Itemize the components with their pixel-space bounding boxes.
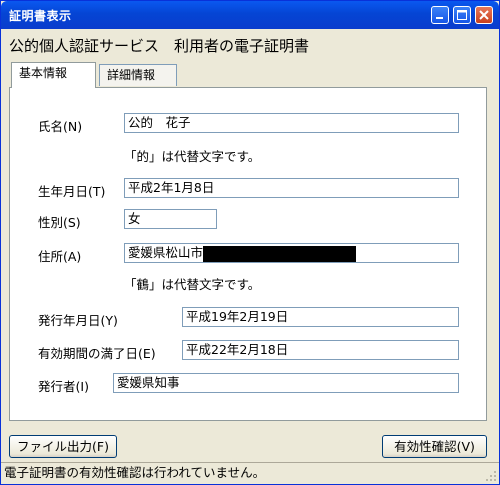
address-note: 「鶴」は代替文字です。 bbox=[124, 277, 261, 292]
title-bar[interactable]: 証明書表示 bbox=[1, 1, 499, 29]
status-text: 電子証明書の有効性確認は行われていません。 bbox=[4, 465, 266, 480]
page-title: 公的個人認証サービス 利用者の電子証明書 bbox=[9, 37, 310, 55]
issuer-label: 発行者(I) bbox=[38, 379, 89, 394]
birth-label: 生年月日(T) bbox=[38, 184, 106, 199]
resize-grip-icon[interactable] bbox=[485, 470, 497, 482]
gender-label: 性別(S) bbox=[38, 215, 81, 230]
redaction-block bbox=[203, 245, 357, 262]
expiry-field[interactable]: 平成22年2月18日 bbox=[182, 340, 459, 360]
maximize-button[interactable] bbox=[453, 6, 471, 24]
issue-date-label: 発行年月日(Y) bbox=[38, 313, 118, 328]
status-bar: 電子証明書の有効性確認は行われていません。 bbox=[1, 462, 499, 484]
name-label: 氏名(N) bbox=[38, 119, 83, 134]
close-icon bbox=[479, 10, 489, 20]
name-note: 「的」は代替文字です。 bbox=[124, 149, 261, 164]
minimize-icon bbox=[436, 17, 443, 19]
close-button[interactable] bbox=[475, 6, 493, 24]
file-output-button[interactable]: ファイル出力(F) bbox=[9, 435, 117, 458]
address-value: 愛媛県松山市 bbox=[128, 245, 204, 260]
address-label: 住所(A) bbox=[38, 249, 82, 264]
basic-info-panel: 氏名(N) 公的 花子 「的」は代替文字です。 生年月日(T) 平成2年1月8日… bbox=[9, 87, 487, 421]
gender-field[interactable]: 女 bbox=[124, 209, 217, 229]
tab-basic-info[interactable]: 基本情報 bbox=[11, 62, 96, 88]
birth-field[interactable]: 平成2年1月8日 bbox=[124, 178, 459, 198]
tab-detail-info[interactable]: 詳細情報 bbox=[99, 64, 177, 86]
window-title: 証明書表示 bbox=[9, 9, 72, 23]
issuer-field[interactable]: 愛媛県知事 bbox=[113, 373, 459, 393]
address-field[interactable]: 愛媛県松山市 bbox=[124, 243, 459, 263]
issue-date-field[interactable]: 平成19年2月19日 bbox=[182, 307, 459, 327]
validity-check-button[interactable]: 有効性確認(V) bbox=[382, 435, 487, 458]
name-field[interactable]: 公的 花子 bbox=[124, 113, 459, 133]
minimize-button[interactable] bbox=[431, 6, 449, 24]
expiry-label: 有効期間の満了日(E) bbox=[38, 346, 156, 361]
certificate-window: 証明書表示 公的個人認証サービス 利用者の電子証明書 基本情報 詳細情報 氏名(… bbox=[0, 0, 500, 485]
maximize-icon bbox=[457, 10, 467, 20]
